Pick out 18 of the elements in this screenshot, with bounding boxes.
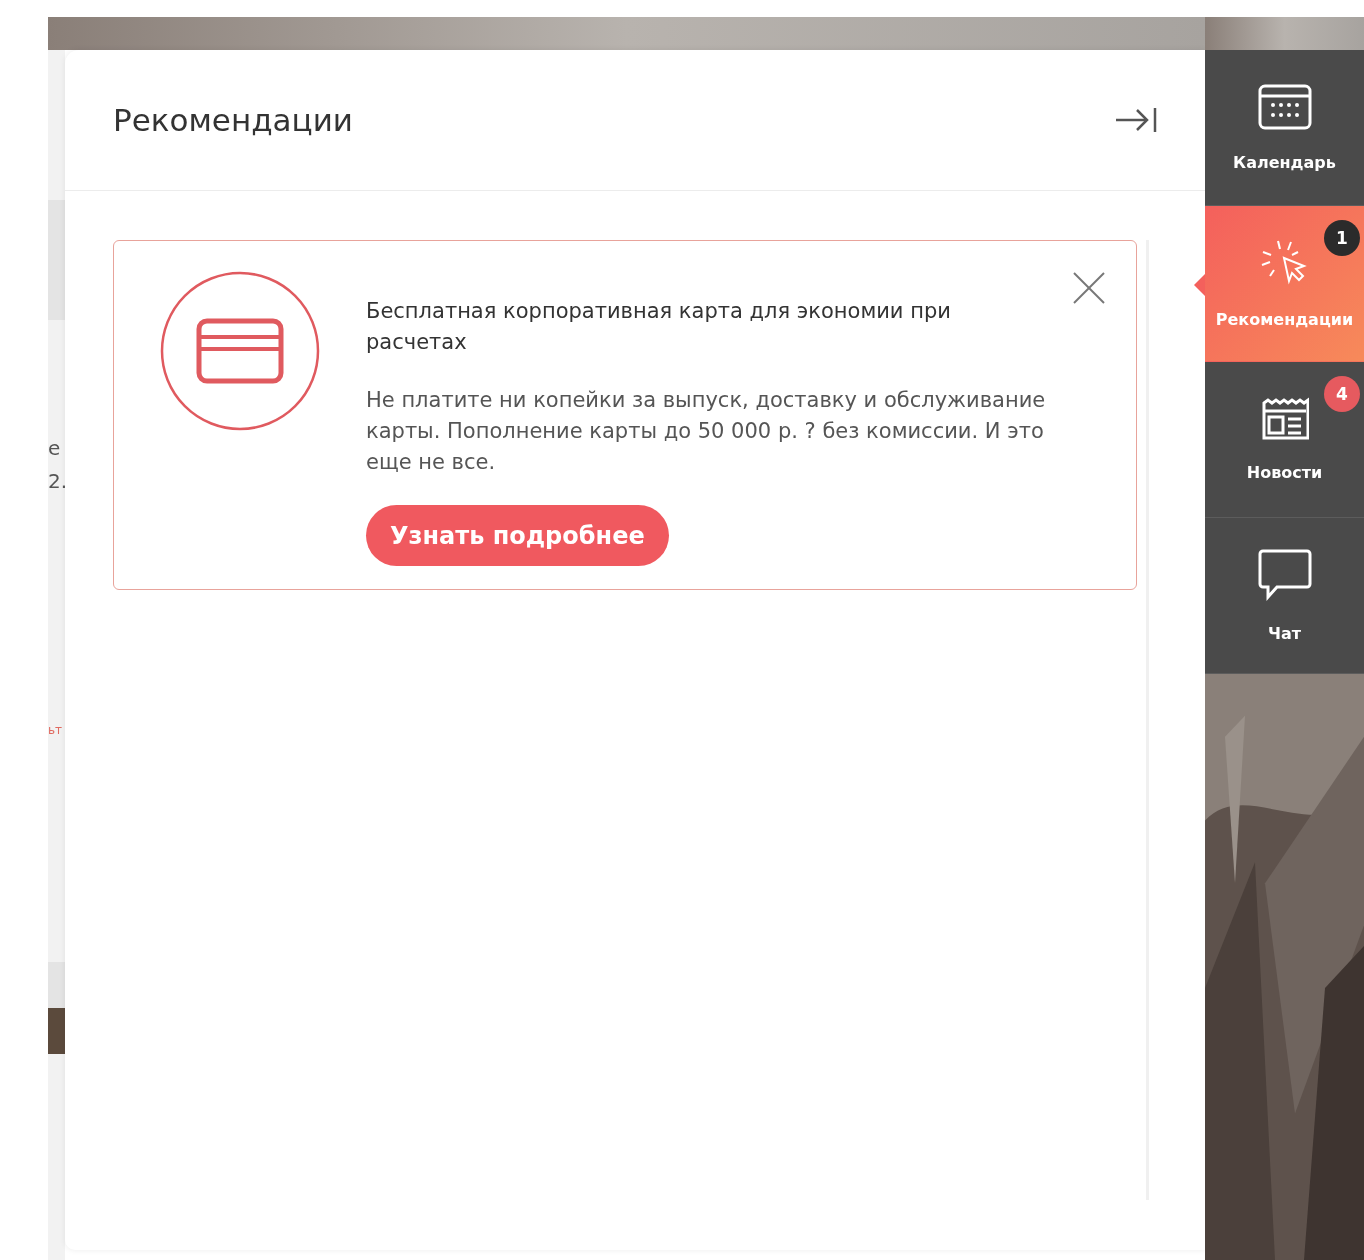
count-badge: 1 — [1324, 220, 1360, 256]
pointer-arrow — [1194, 274, 1205, 296]
close-icon[interactable] — [1072, 271, 1106, 305]
panel-title: Рекомендации — [113, 102, 353, 138]
card-title: Бесплатная корпоративная карта для экономии при расчетах — [366, 298, 952, 356]
chat-icon — [1256, 548, 1313, 602]
count-badge: 4 — [1324, 376, 1360, 412]
sidebar-item[interactable]: Рекомендации 1 — [1205, 206, 1364, 362]
backdrop-text: ьт — [48, 722, 64, 739]
backdrop-text: е — [48, 436, 62, 460]
collapse-panel-icon[interactable] — [1115, 107, 1157, 133]
newspaper-icon — [1260, 397, 1309, 441]
backdrop-text: 2. — [48, 469, 65, 493]
backdrop-photo-strip — [48, 1008, 65, 1054]
calendar-icon — [1256, 83, 1313, 131]
credit-card-icon — [160, 271, 320, 431]
backdrop-block — [48, 962, 65, 1008]
card-description: Не платите ни копейки за выпуск, доставку и обслуживание карты. Пополнение карты до 50 000 р. ? без комиссии. И это еще не все. — [366, 387, 1047, 476]
